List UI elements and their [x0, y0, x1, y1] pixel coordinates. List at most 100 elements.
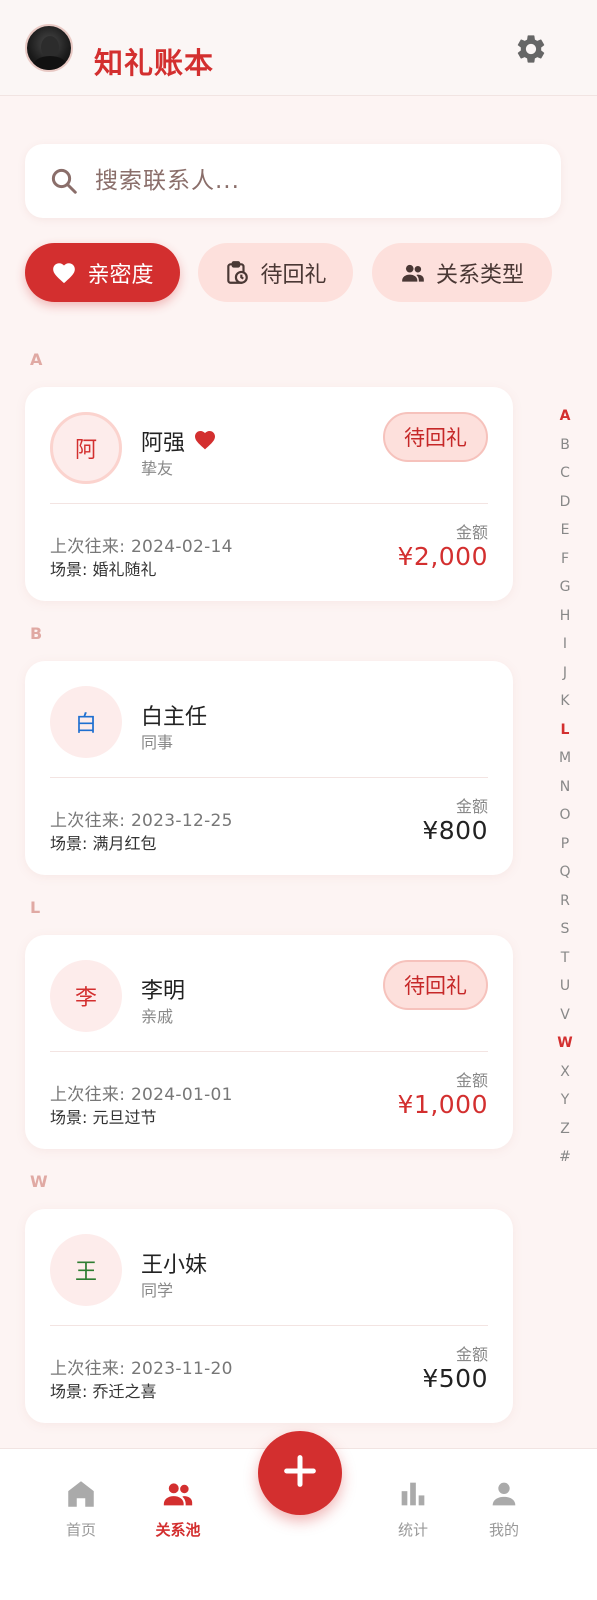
- alpha-index-letter[interactable]: R: [553, 887, 577, 916]
- app-header: 知礼账本: [0, 0, 597, 96]
- amount-label: 金额: [455, 1345, 488, 1364]
- alphabet-index[interactable]: A B C D E F G H I J K L M N O P Q R S T …: [553, 402, 577, 1172]
- scene: 场景: 乔迁之喜: [50, 1378, 157, 1402]
- avatar[interactable]: [25, 24, 73, 72]
- alpha-index-letter[interactable]: V: [553, 1001, 577, 1030]
- nav-relations[interactable]: 关系池: [138, 1477, 218, 1540]
- people-icon: [161, 1477, 195, 1511]
- scene: 场景: 满月红包: [50, 830, 157, 854]
- contact-relation: 挚友: [141, 459, 174, 478]
- section-letter-w: W: [30, 1172, 48, 1191]
- last-label: 上次往来:: [50, 537, 131, 557]
- scene-value: 元旦过节: [92, 1108, 157, 1127]
- filter-label: 关系类型: [435, 262, 524, 288]
- nav-label: 首页: [65, 1521, 96, 1539]
- scene-label: 场景:: [50, 834, 93, 853]
- last-date: 2024-01-01: [130, 1085, 233, 1105]
- avatar-shoulders: [33, 56, 67, 70]
- alpha-index-letter[interactable]: C: [553, 459, 577, 488]
- nav-profile[interactable]: 我的: [464, 1477, 544, 1540]
- alpha-index-letter[interactable]: S: [553, 915, 577, 944]
- alpha-index-letter[interactable]: N: [553, 773, 577, 802]
- last-label: 上次往来:: [50, 1085, 131, 1105]
- pending-return-badge[interactable]: 待回礼: [383, 412, 488, 462]
- contact-card-liming[interactable]: 李 李明 亲戚 待回礼 上次往来: 2024-01-01 场景: 元旦过节 金额…: [25, 935, 513, 1149]
- scene-label: 场景:: [50, 1382, 93, 1401]
- amount-label: 金额: [455, 1071, 488, 1090]
- contact-initial-avatar: 王: [50, 1234, 122, 1306]
- gear-icon[interactable]: [514, 32, 548, 66]
- amount-value: ¥2,000: [397, 542, 488, 571]
- alpha-index-letter[interactable]: K: [553, 687, 577, 716]
- alpha-index-letter[interactable]: D: [553, 488, 577, 517]
- scene-label: 场景:: [50, 1108, 93, 1127]
- alpha-index-letter[interactable]: M: [553, 744, 577, 773]
- contact-card-bai[interactable]: 白 白主任 同事 上次往来: 2023-12-25 场景: 满月红包 金额 ¥8…: [25, 661, 513, 875]
- alpha-index-letter[interactable]: W: [553, 1029, 577, 1058]
- people-icon: [400, 260, 426, 286]
- last-date: 2024-02-14: [130, 537, 233, 557]
- contact-relation: 亲戚: [141, 1007, 174, 1026]
- search-bar[interactable]: [25, 144, 561, 218]
- home-icon: [64, 1477, 98, 1511]
- filter-relation-type-chip[interactable]: 关系类型: [372, 243, 552, 302]
- amount-value: ¥1,000: [397, 1090, 488, 1119]
- alpha-index-letter[interactable]: G: [553, 573, 577, 602]
- alpha-index-letter[interactable]: L: [553, 716, 577, 745]
- pending-return-badge[interactable]: 待回礼: [383, 960, 488, 1010]
- alpha-index-letter[interactable]: Z: [553, 1115, 577, 1144]
- contact-initial-avatar: 阿: [50, 412, 122, 484]
- contact-card-wang[interactable]: 王 王小妹 同学 上次往来: 2023-11-20 场景: 乔迁之喜 金额 ¥5…: [25, 1209, 513, 1423]
- contact-name: 阿强: [141, 431, 186, 456]
- scene-label: 场景:: [50, 560, 93, 579]
- last-label: 上次往来:: [50, 1359, 131, 1379]
- app-title: 知礼账本: [94, 46, 215, 80]
- scene: 场景: 婚礼随礼: [50, 556, 157, 580]
- alpha-index-letter[interactable]: F: [553, 545, 577, 574]
- alpha-index-letter[interactable]: H: [553, 602, 577, 631]
- contact-initial-avatar: 白: [50, 686, 122, 758]
- plus-icon: [280, 1451, 320, 1495]
- nav-home[interactable]: 首页: [41, 1477, 121, 1540]
- scene-value: 乔迁之喜: [92, 1382, 157, 1401]
- last-label: 上次往来:: [50, 811, 131, 831]
- nav-label: 统计: [397, 1521, 428, 1539]
- contact-card-aqiang[interactable]: 阿 阿强 挚友 待回礼 上次往来: 2024-02-14 场景: 婚礼随礼 金额…: [25, 387, 513, 601]
- alpha-index-letter[interactable]: I: [553, 630, 577, 659]
- filter-label: 亲密度: [87, 262, 154, 288]
- avatar-face: [41, 36, 59, 58]
- amount-value: ¥500: [422, 1364, 488, 1393]
- last-date: 2023-11-20: [130, 1359, 233, 1379]
- alpha-index-letter[interactable]: #: [553, 1143, 577, 1172]
- filter-pending-chip[interactable]: 待回礼: [198, 243, 353, 302]
- alpha-index-letter[interactable]: Y: [553, 1086, 577, 1115]
- scene-value: 满月红包: [92, 834, 157, 853]
- heart-icon: [193, 428, 217, 452]
- card-divider: [50, 1051, 488, 1052]
- amount-label: 金额: [455, 523, 488, 542]
- alpha-index-letter[interactable]: X: [553, 1058, 577, 1087]
- contact-relation: 同学: [141, 1281, 174, 1300]
- contact-name: 王小妹: [141, 1253, 208, 1278]
- card-divider: [50, 777, 488, 778]
- alpha-index-letter[interactable]: E: [553, 516, 577, 545]
- alpha-index-letter[interactable]: O: [553, 801, 577, 830]
- alpha-index-letter[interactable]: Q: [553, 858, 577, 887]
- filter-intimacy-chip[interactable]: 亲密度: [25, 243, 180, 302]
- alpha-index-letter[interactable]: T: [553, 944, 577, 973]
- section-letter-a: A: [30, 350, 43, 369]
- contact-name: 李明: [141, 979, 186, 1004]
- amount-value: ¥800: [422, 816, 488, 845]
- add-record-button[interactable]: [258, 1431, 342, 1515]
- alpha-index-letter[interactable]: P: [553, 830, 577, 859]
- contact-relation: 同事: [141, 733, 174, 752]
- alpha-index-letter[interactable]: A: [553, 402, 577, 431]
- alpha-index-letter[interactable]: B: [553, 431, 577, 460]
- search-input[interactable]: [95, 162, 535, 200]
- alpha-index-letter[interactable]: U: [553, 972, 577, 1001]
- alpha-index-letter[interactable]: J: [553, 659, 577, 688]
- search-icon: [49, 166, 79, 196]
- nav-label: 我的: [488, 1521, 519, 1539]
- nav-stats[interactable]: 统计: [373, 1477, 453, 1540]
- last-interaction: 上次往来: 2024-02-14: [50, 532, 233, 557]
